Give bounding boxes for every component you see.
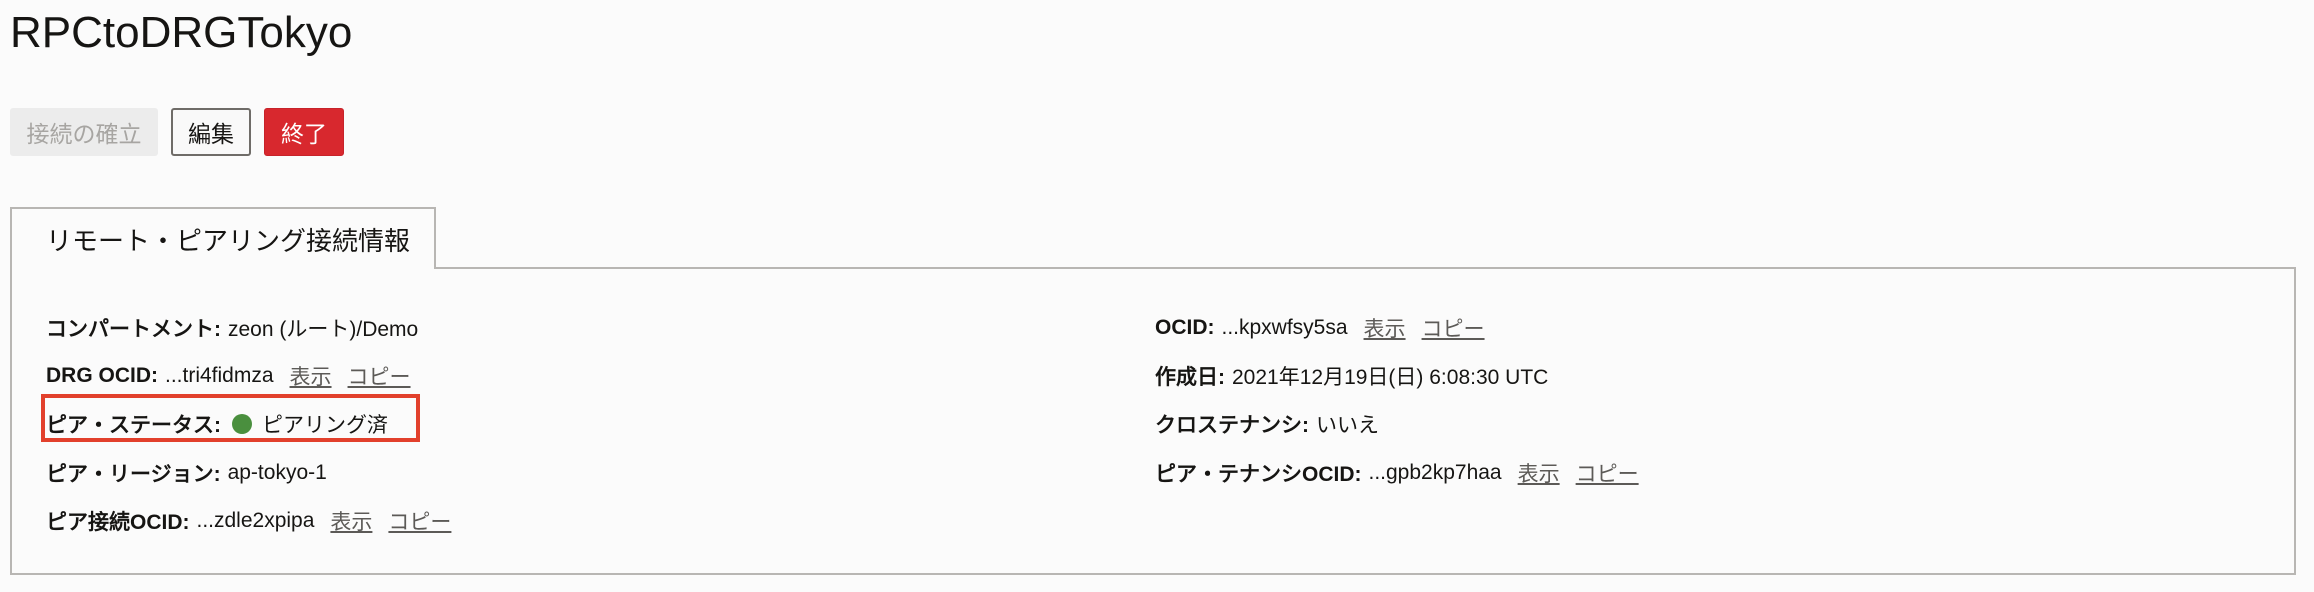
created-label: 作成日:	[1155, 366, 1225, 389]
compartment-label: コンパートメント:	[46, 318, 221, 341]
peer-tenancy-ocid-label: ピア・テナンシOCID:	[1155, 463, 1362, 486]
peer-status-value: ピアリング済	[262, 414, 388, 437]
action-bar: 接続の確立 編集 終了	[10, 108, 344, 156]
terminate-button[interactable]: 終了	[264, 108, 344, 156]
peer-tenancy-ocid-value: ...gpb2kp7haa	[1368, 461, 1502, 484]
status-dot-icon	[232, 414, 252, 434]
peer-connection-ocid-show-link[interactable]: 表示	[330, 506, 372, 536]
drg-ocid-row: DRG OCID: ...tri4fidmza 表示 コピー	[46, 361, 411, 391]
cross-tenancy-row: クロステナンシ: いいえ	[1155, 409, 1379, 439]
ocid-label: OCID:	[1155, 316, 1215, 339]
peer-region-label: ピア・リージョン:	[46, 463, 221, 486]
ocid-row: OCID: ...kpxwfsy5sa 表示 コピー	[1155, 313, 1485, 343]
drg-ocid-show-link[interactable]: 表示	[290, 361, 332, 391]
drg-ocid-label: DRG OCID:	[46, 364, 158, 387]
peer-tenancy-ocid-row: ピア・テナンシOCID: ...gpb2kp7haa 表示 コピー	[1155, 458, 1639, 488]
created-row: 作成日: 2021年12月19日(日) 6:08:30 UTC	[1155, 361, 1548, 391]
peer-tenancy-ocid-show-link[interactable]: 表示	[1518, 458, 1560, 488]
establish-connection-button[interactable]: 接続の確立	[10, 108, 158, 156]
rpc-details-page: RPCtoDRGTokyo 接続の確立 編集 終了 リモート・ピアリング接続情報…	[0, 0, 2314, 592]
cross-tenancy-label: クロステナンシ:	[1155, 414, 1309, 437]
ocid-value: ...kpxwfsy5sa	[1221, 316, 1348, 339]
rpc-info-panel: コンパートメント: zeon (ルート)/Demo DRG OCID: ...t…	[10, 267, 2296, 575]
compartment-row: コンパートメント: zeon (ルート)/Demo	[46, 313, 418, 343]
ocid-show-link[interactable]: 表示	[1364, 313, 1406, 343]
created-value: 2021年12月19日(日) 6:08:30 UTC	[1232, 366, 1549, 389]
tab-rpc-info[interactable]: リモート・ピアリング接続情報	[10, 207, 436, 269]
peer-status-label: ピア・ステータス:	[46, 414, 221, 437]
ocid-copy-link[interactable]: コピー	[1422, 313, 1485, 343]
peer-tenancy-ocid-copy-link[interactable]: コピー	[1576, 458, 1639, 488]
peer-connection-ocid-row: ピア接続OCID: ...zdle2xpipa 表示 コピー	[46, 506, 451, 536]
peer-status-row: ピア・ステータス: ピアリング済	[46, 409, 388, 439]
peer-connection-ocid-value: ...zdle2xpipa	[196, 509, 315, 532]
peer-connection-ocid-label: ピア接続OCID:	[46, 511, 190, 534]
peer-region-value: ap-tokyo-1	[227, 461, 327, 484]
edit-button[interactable]: 編集	[171, 108, 251, 156]
drg-ocid-copy-link[interactable]: コピー	[348, 361, 411, 391]
cross-tenancy-value: いいえ	[1316, 414, 1379, 437]
drg-ocid-value: ...tri4fidmza	[165, 364, 274, 387]
peer-connection-ocid-copy-link[interactable]: コピー	[388, 506, 451, 536]
page-title: RPCtoDRGTokyo	[10, 8, 353, 57]
peer-region-row: ピア・リージョン: ap-tokyo-1	[46, 458, 327, 488]
compartment-value: zeon (ルート)/Demo	[228, 318, 419, 341]
